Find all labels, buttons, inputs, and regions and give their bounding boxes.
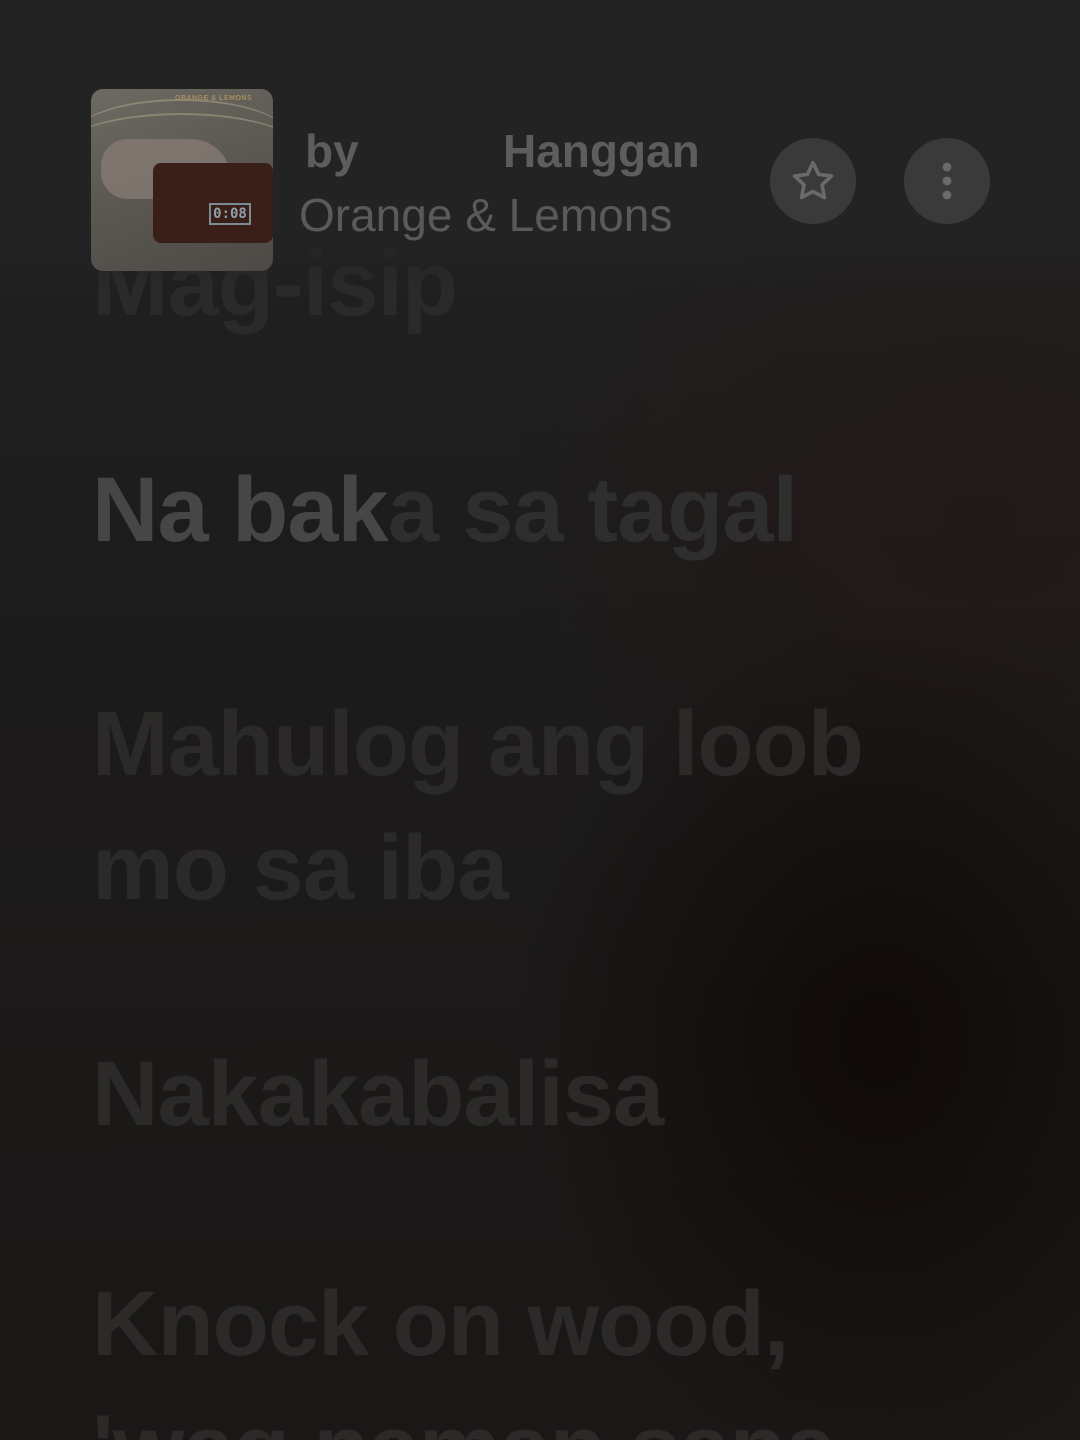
star-outline-icon (792, 160, 834, 200)
artist-name[interactable]: Orange & Lemons (299, 188, 672, 242)
now-playing-header: ORANGE & LEMONS 0:08 by Hanggan Orange &… (0, 0, 1080, 290)
song-title[interactable]: Hanggan (503, 124, 718, 178)
album-art[interactable]: ORANGE & LEMONS 0:08 (91, 89, 273, 271)
favorite-button[interactable] (770, 138, 856, 224)
lyric-line-active[interactable]: Na baka sa tagal (92, 448, 798, 572)
lyric-line[interactable]: Mahulog ang loob (92, 682, 864, 806)
lyric-active-unsung: a sa tagal (387, 459, 798, 561)
lyric-active-sung: Na bak (92, 459, 389, 561)
lyric-line[interactable]: Knock on wood, (92, 1262, 789, 1386)
lyric-line[interactable]: Nakakabalisa (92, 1032, 664, 1156)
by-label: by (305, 125, 359, 177)
album-cover-text: ORANGE & LEMONS (175, 95, 253, 102)
more-vertical-icon (942, 162, 952, 200)
album-art-clock-face: 0:08 (209, 203, 251, 225)
more-options-button[interactable] (904, 138, 990, 224)
lyric-line[interactable]: 'wag naman sana (92, 1386, 836, 1440)
lyrics-screen: Mag-isip Na baka sa tagal Mahulog ang lo… (0, 0, 1080, 1440)
lyric-line[interactable]: mo sa iba (92, 806, 508, 930)
